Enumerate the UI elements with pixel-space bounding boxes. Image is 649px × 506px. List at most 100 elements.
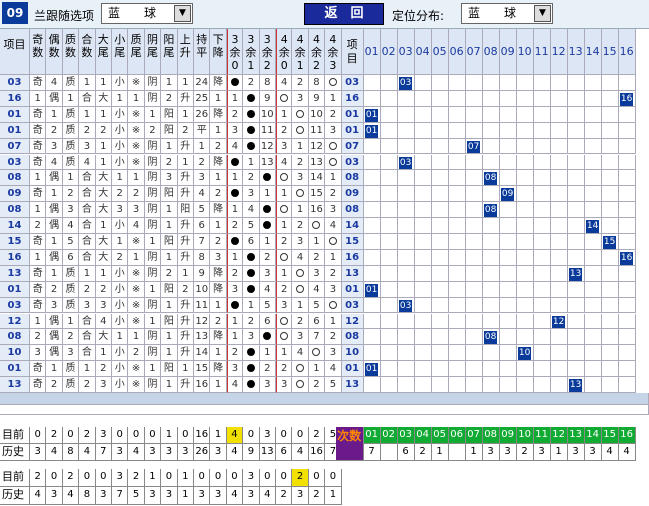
attr-cell-text: 13 — [260, 156, 274, 168]
header-num-13: 13 — [567, 29, 585, 75]
num-cell — [533, 170, 551, 187]
attr-cell-text: 2 — [329, 188, 337, 200]
header-num-02-text: 02 — [381, 45, 396, 58]
num-cell — [618, 186, 636, 203]
num-cell — [516, 218, 534, 234]
num-cell — [533, 186, 551, 203]
num-cell — [601, 106, 619, 123]
back-button[interactable]: 返 回 — [304, 3, 384, 25]
attr-cell-text: 降 — [213, 156, 224, 168]
next-num: 13 — [567, 427, 585, 444]
attr-cell-text: 8 — [313, 77, 320, 88]
ring-mark — [296, 125, 305, 134]
attr-cell: 1 — [144, 361, 162, 378]
attr-cell — [325, 138, 342, 155]
attr-cell-text: 2 — [149, 124, 156, 136]
attr-cell-text: 2 — [165, 92, 173, 104]
attr-cell-text: 2 — [247, 315, 255, 327]
attr-cell-text: 小 — [114, 347, 125, 359]
attr-cell-text: 2 — [231, 108, 239, 120]
attr-cell: 2 — [46, 122, 63, 139]
attr-cell: 偶 — [46, 170, 63, 187]
row-item-text: 01 — [7, 124, 22, 136]
num-cell: 01 — [363, 281, 381, 298]
num-cell — [499, 249, 517, 266]
attr-cell-text: 奇 — [32, 236, 43, 247]
num-cell — [380, 122, 398, 139]
attr-cell-text: 大 — [98, 188, 109, 200]
num-cell — [567, 90, 585, 107]
attr-cell-text: 阳 — [163, 315, 174, 327]
attr-cell: 合 — [79, 218, 96, 234]
num-cell — [550, 249, 568, 266]
attr-cell: 1 — [177, 154, 194, 171]
num-cell: 08 — [482, 170, 500, 187]
num-cell — [363, 345, 381, 362]
attr-cell-text: 3 — [329, 124, 337, 136]
attr-cell: 3 — [259, 265, 276, 282]
attr-cell: 降 — [210, 106, 227, 123]
attr-cell: 13 — [308, 154, 326, 171]
attr-cell: 1 — [144, 313, 162, 330]
num-cell — [516, 186, 534, 203]
num-cell — [533, 154, 551, 171]
attr-cell: 12 — [194, 313, 211, 330]
attr-cell-text: 质 — [65, 267, 76, 279]
row-item-right-text: 08 — [345, 331, 360, 343]
attr-cell: 升 — [177, 377, 194, 393]
attr-cell-text: 2 — [83, 283, 91, 295]
attr-cell — [243, 361, 260, 378]
next-num: 09 — [499, 427, 517, 444]
num-cell — [550, 218, 568, 234]
num-cell — [380, 297, 398, 314]
attr-cell: 升 — [177, 345, 194, 362]
num-cell — [380, 106, 398, 123]
attr-cell: 4 — [226, 377, 244, 393]
num-cell — [584, 138, 602, 155]
num-cell — [363, 249, 381, 266]
num-cell — [584, 202, 602, 219]
num-cell — [414, 218, 432, 234]
num-cell — [397, 90, 415, 107]
hit-badge: 07 — [466, 140, 481, 154]
attr-cell-text: ※ — [131, 315, 141, 327]
attr-cell-text: 2 — [100, 283, 107, 295]
dot-mark — [246, 364, 255, 373]
num-cell — [397, 281, 415, 298]
num-cell — [465, 75, 483, 91]
attr-cell: 阳 — [161, 186, 178, 203]
num-cell — [618, 106, 636, 123]
filter-select[interactable]: 蓝 球 ▼ — [101, 3, 193, 24]
attr-cell: 1 — [177, 361, 194, 378]
attr-cell-text: 1 — [83, 363, 91, 375]
attr-cell-text: 1 — [34, 172, 41, 184]
num-cell — [601, 186, 619, 203]
num-cell — [601, 249, 619, 266]
attr-cell-text: 偶 — [49, 220, 60, 232]
attr-cell: 3 — [243, 329, 260, 346]
current-value: 2 — [46, 427, 63, 444]
num-cell — [516, 138, 534, 155]
position-select[interactable]: 蓝 球 ▼ — [461, 3, 553, 24]
attr-cell-text: 小 — [114, 156, 125, 168]
chevron-down-icon[interactable]: ▼ — [174, 5, 191, 22]
current-value: 3 — [259, 427, 276, 444]
attr-cell: 1 — [210, 122, 227, 139]
attr-cell: 3 — [276, 138, 293, 155]
attr-cell-text: 15 — [195, 363, 209, 375]
attr-cell-text: 2 — [231, 267, 239, 279]
attr-cell-text: 1 — [165, 347, 173, 359]
attr-cell-text: 2 — [214, 188, 222, 200]
attr-cell: 8 — [308, 75, 326, 91]
attr-cell: 奇 — [30, 377, 47, 393]
attr-cell-text: 3 — [313, 267, 320, 279]
ring-mark — [312, 348, 321, 357]
num-cell — [431, 345, 449, 362]
num-cell — [584, 377, 602, 393]
chevron-down-icon[interactable]: ▼ — [534, 5, 551, 22]
attr-cell-text: 1 — [313, 363, 320, 375]
header-num-14: 14 — [584, 29, 602, 75]
attr-cell-text: 1 — [247, 299, 255, 311]
attr-cell-text: 4 — [231, 140, 239, 152]
attr-cell: 阴 — [144, 90, 162, 107]
